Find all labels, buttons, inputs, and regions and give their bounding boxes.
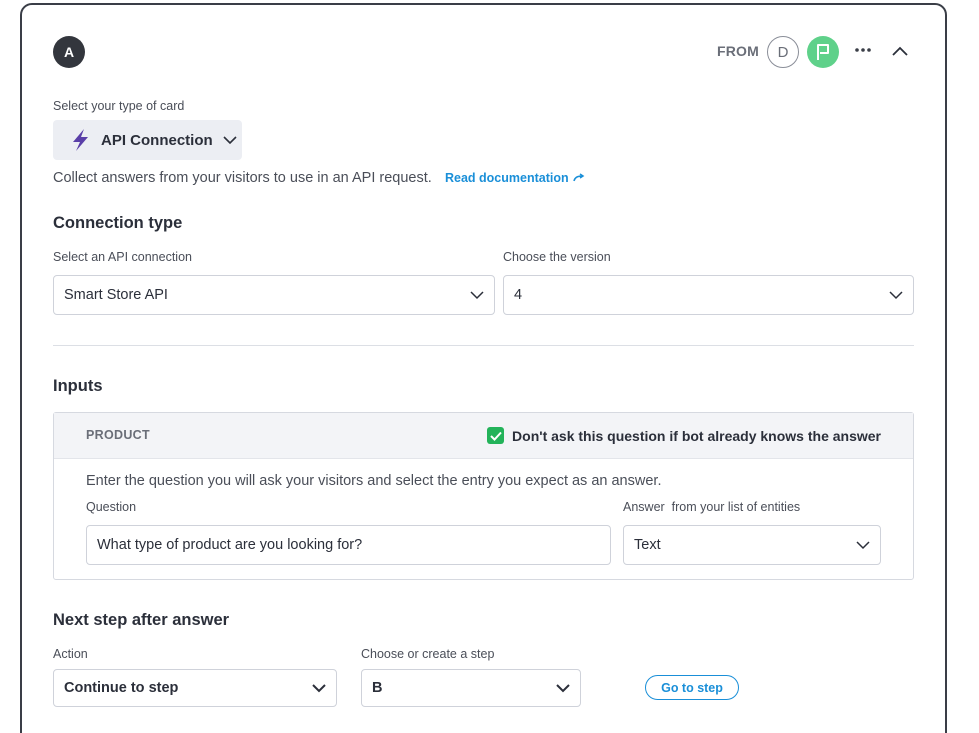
question-value: What type of product are you looking for… bbox=[97, 537, 363, 553]
step-badge: A bbox=[53, 36, 85, 68]
arrow-right-icon bbox=[572, 173, 585, 183]
step-choice-value: B bbox=[372, 680, 383, 696]
read-documentation-link[interactable]: Read documentation bbox=[445, 171, 585, 185]
chevron-down-icon bbox=[470, 290, 484, 300]
input-question-description: Enter the question you will ask your vis… bbox=[86, 473, 662, 489]
inputs-title: Inputs bbox=[53, 377, 103, 395]
collapse-chevron-up-icon[interactable] bbox=[889, 40, 911, 62]
card-type-description: Collect answers from your visitors to us… bbox=[53, 170, 432, 186]
go-to-step-button[interactable]: Go to step bbox=[645, 675, 739, 700]
input-question-panel: PRODUCT Don't ask this question if bot a… bbox=[53, 412, 914, 580]
question-input[interactable]: What type of product are you looking for… bbox=[86, 525, 611, 565]
chevron-down-icon bbox=[556, 683, 570, 693]
from-step-d[interactable]: D bbox=[767, 36, 799, 68]
card-type-value: API Connection bbox=[101, 131, 213, 149]
skip-known-answer-option[interactable]: Don't ask this question if bot already k… bbox=[487, 427, 881, 444]
version-label: Choose the version bbox=[503, 250, 611, 264]
answer-entity-select[interactable]: Text bbox=[623, 525, 881, 565]
question-label: Question bbox=[86, 500, 137, 514]
read-documentation-label: Read documentation bbox=[445, 171, 569, 185]
answer-entity-value: Text bbox=[634, 537, 661, 553]
chevron-down-icon bbox=[312, 683, 326, 693]
step-choice-label: Choose or create a step bbox=[361, 647, 495, 661]
api-connection-label: Select an API connection bbox=[53, 250, 192, 264]
next-step-title: Next step after answer bbox=[53, 611, 230, 629]
chevron-down-icon bbox=[856, 540, 870, 550]
action-select[interactable]: Continue to step bbox=[53, 669, 337, 707]
connection-type-title: Connection type bbox=[53, 214, 183, 232]
version-value: 4 bbox=[514, 287, 523, 303]
api-connection-select[interactable]: Smart Store API bbox=[53, 275, 495, 315]
action-value: Continue to step bbox=[64, 680, 179, 696]
section-divider bbox=[53, 345, 914, 346]
action-label: Action bbox=[53, 647, 88, 661]
from-label: FROM bbox=[717, 43, 760, 59]
skip-known-answer-label: Don't ask this question if bot already k… bbox=[512, 427, 881, 444]
more-options-icon[interactable] bbox=[852, 40, 874, 60]
api-connection-value: Smart Store API bbox=[64, 287, 168, 303]
answer-label-sub: from your list of entities bbox=[671, 500, 801, 514]
version-select[interactable]: 4 bbox=[503, 275, 914, 315]
card-type-select[interactable]: API Connection bbox=[53, 120, 242, 160]
entity-name: PRODUCT bbox=[86, 428, 150, 442]
chevron-down-icon bbox=[223, 135, 237, 145]
chevron-down-icon bbox=[889, 290, 903, 300]
start-flag-icon[interactable] bbox=[807, 36, 839, 68]
answer-label-main: Answer bbox=[623, 500, 665, 514]
lightning-icon bbox=[69, 128, 91, 152]
step-choice-select[interactable]: B bbox=[361, 669, 581, 707]
checkbox-checked-icon[interactable] bbox=[487, 427, 505, 444]
input-question-header: PRODUCT Don't ask this question if bot a… bbox=[54, 413, 913, 459]
card-type-label: Select your type of card bbox=[53, 99, 185, 113]
answer-label: Answer from your list of entities bbox=[623, 500, 800, 514]
